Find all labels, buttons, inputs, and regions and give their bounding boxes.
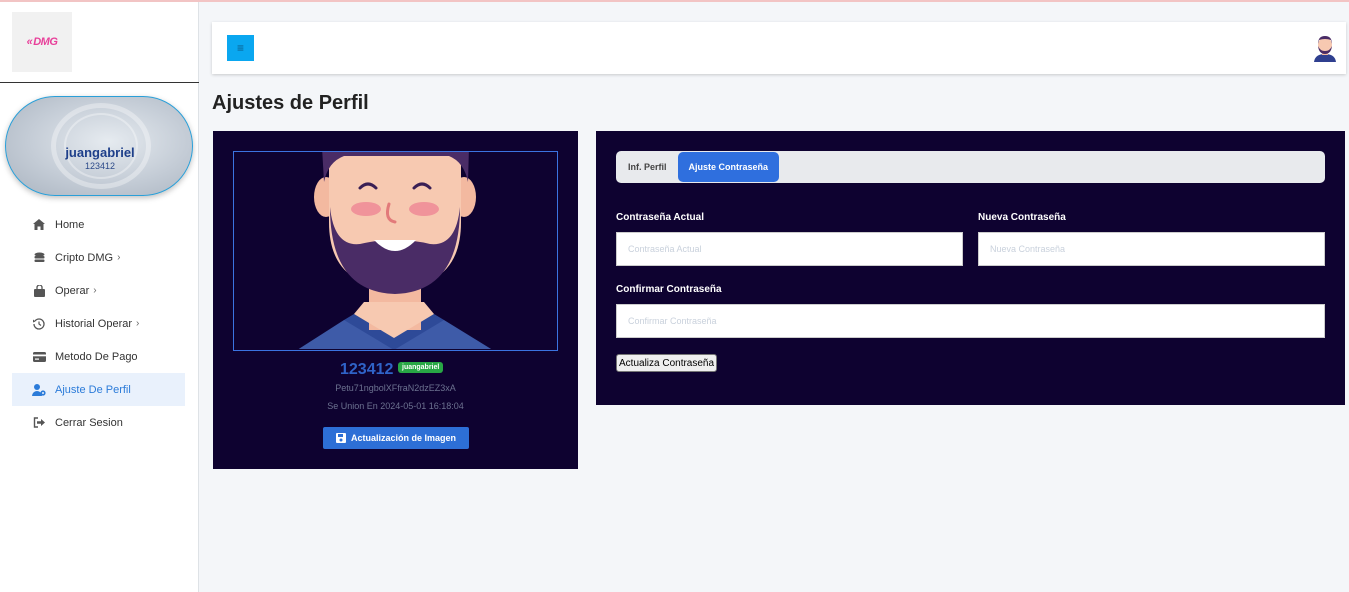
- current-password-label: Contraseña Actual: [616, 212, 704, 223]
- sidebar-item-ajuste-de-perfil[interactable]: Ajuste De Perfil: [12, 373, 185, 406]
- hamburger-icon: ≡: [236, 41, 244, 55]
- profile-join-date: Se Union En 2024-05-01 16:18:04: [327, 401, 464, 411]
- profile-token: Petu71ngbolXFfraN2dzEZ3xA: [335, 383, 456, 393]
- user-cog-icon: [32, 383, 46, 396]
- sidebar-item-label: Metodo De Pago: [55, 350, 138, 363]
- sidebar: «DMG juangabriel 123412 Home Cripto DMG …: [0, 2, 199, 592]
- sidebar-item-label: Home: [55, 218, 85, 231]
- new-password-label: Nueva Contraseña: [978, 212, 1066, 223]
- top-header: ≡: [212, 22, 1346, 74]
- dmg-logo[interactable]: «DMG: [12, 12, 72, 72]
- sidebar-nav: Home Cripto DMG › Operar › Historial Ope…: [12, 208, 185, 439]
- top-accent-line: [0, 0, 1349, 2]
- sidebar-item-operar[interactable]: Operar ›: [12, 274, 185, 307]
- logo-text: «DMG: [26, 36, 58, 48]
- chevron-right-icon: ›: [93, 285, 97, 296]
- credit-card-icon: [32, 351, 46, 362]
- hamburger-menu-button[interactable]: ≡: [227, 35, 254, 61]
- coins-icon: [32, 252, 46, 263]
- chevron-right-icon: ›: [117, 252, 121, 263]
- sidebar-divider: [0, 82, 199, 83]
- user-id: 123412: [84, 161, 116, 171]
- settings-tabs: Inf. Perfil Ajuste Contraseña: [616, 151, 1325, 183]
- sidebar-item-label: Operar: [55, 284, 90, 297]
- sidebar-item-label: Cripto DMG: [55, 251, 114, 264]
- sidebar-item-cerrar-sesion[interactable]: Cerrar Sesion: [12, 406, 185, 439]
- history-icon: [32, 317, 46, 330]
- profile-card: 123412 juangabriel Petu71ngbolXFfraN2dzE…: [213, 131, 578, 469]
- sign-out-icon: [32, 417, 46, 428]
- update-password-button[interactable]: Actualiza Contraseña: [616, 354, 718, 372]
- user-card: juangabriel 123412: [5, 96, 193, 196]
- shopping-bag-icon: [32, 284, 46, 297]
- profile-photo: [233, 151, 558, 351]
- user-name: juangabriel: [65, 145, 135, 160]
- confirm-password-input[interactable]: [616, 304, 1325, 338]
- sidebar-item-label: Ajuste De Perfil: [55, 383, 131, 396]
- tab-ajuste-contrasena[interactable]: Ajuste Contraseña: [677, 152, 780, 182]
- update-image-button[interactable]: Actualización de Imagen: [323, 427, 469, 449]
- chevron-right-icon: ›: [136, 318, 140, 329]
- sidebar-item-historial-operar[interactable]: Historial Operar ›: [12, 307, 185, 340]
- profile-user-id: 123412: [340, 361, 394, 378]
- sidebar-item-label: Historial Operar: [55, 317, 133, 330]
- update-image-label: Actualización de Imagen: [350, 433, 457, 443]
- page-title: Ajustes de Perfil: [212, 92, 369, 114]
- current-password-input[interactable]: [616, 232, 963, 266]
- confirm-password-label: Confirmar Contraseña: [616, 284, 722, 295]
- username-badge: juangabriel: [398, 362, 444, 373]
- sidebar-item-metodo-de-pago[interactable]: Metodo De Pago: [12, 340, 185, 373]
- tab-inf-perfil[interactable]: Inf. Perfil: [617, 152, 678, 182]
- user-avatar-icon[interactable]: [1312, 34, 1338, 62]
- save-icon: [335, 433, 346, 443]
- sidebar-item-cripto-dmg[interactable]: Cripto DMG ›: [12, 241, 185, 274]
- sidebar-item-home[interactable]: Home: [12, 208, 185, 241]
- home-icon: [32, 219, 46, 230]
- new-password-input[interactable]: [978, 232, 1325, 266]
- sidebar-item-label: Cerrar Sesion: [55, 416, 123, 429]
- password-settings-card: Inf. Perfil Ajuste Contraseña Contraseña…: [596, 131, 1345, 405]
